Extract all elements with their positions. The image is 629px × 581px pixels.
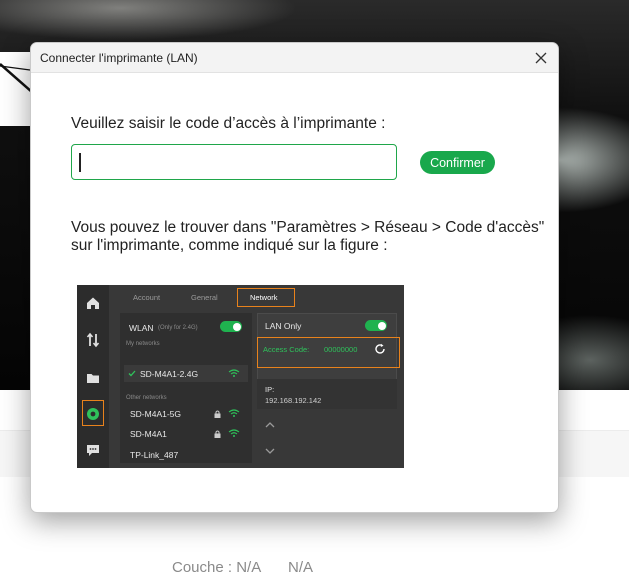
chevron-up-icon	[265, 422, 275, 428]
check-icon	[128, 370, 136, 377]
connect-printer-dialog: Connecter l'imprimante (LAN) Veuillez sa…	[30, 42, 559, 513]
figure-tab-account: Account	[133, 293, 161, 302]
lock-icon	[214, 410, 221, 418]
lock-icon	[214, 430, 221, 438]
dialog-titlebar: Connecter l'imprimante (LAN)	[31, 43, 558, 73]
chat-icon	[87, 445, 99, 456]
access-code-input[interactable]	[71, 144, 397, 180]
figure-wlan-label: WLAN	[129, 323, 154, 333]
figure-network-item: TP-Link_487	[130, 450, 179, 460]
figure-other-networks-label: Other networks	[126, 395, 167, 401]
settings-highlight-box	[82, 400, 104, 426]
figure-network-item: SD-M4A1	[130, 429, 167, 439]
figure-tab-general: General	[191, 293, 218, 302]
figure-network-item: SD-M4A1-5G	[130, 409, 182, 419]
wifi-icon	[228, 429, 240, 437]
figure-wlan-toggle	[220, 321, 242, 332]
close-icon	[535, 52, 547, 64]
figure-lan-only-toggle	[365, 320, 387, 331]
confirm-button[interactable]: Confirmer	[420, 151, 495, 174]
layer-status-text: Couche : N/A	[172, 559, 262, 576]
home-icon	[87, 297, 99, 309]
tune-icon	[86, 332, 100, 348]
network-tab-highlight-box	[237, 288, 295, 307]
figure-my-networks-label: My networks	[126, 341, 160, 347]
background-model-fragment	[0, 52, 32, 126]
access-code-highlight-box	[257, 337, 400, 368]
figure-connected-network: SD-M4A1-2.4G	[140, 369, 199, 379]
access-code-prompt: Veuillez saisir le code d’accès à l’impr…	[71, 115, 386, 132]
figure-lan-only-label: LAN Only	[265, 321, 302, 331]
figure-wlan-panel: WLAN (Only for 2.4G) My networks SD-M4A1…	[120, 313, 252, 463]
close-button[interactable]	[530, 47, 552, 69]
help-text-line-1: Vous pouvez le trouver dans "Paramètres …	[71, 219, 545, 236]
wifi-icon	[228, 369, 240, 377]
help-text-line-2: sur l'imprimante, comme indiqué sur la f…	[71, 237, 388, 254]
text-caret	[79, 153, 81, 172]
layer-status-value: N/A	[288, 559, 314, 576]
figure-ip-value: 192.168.192.142	[265, 396, 322, 405]
figure-ip-label: IP:	[265, 385, 275, 394]
figure-ip-box: IP: 192.168.192.142	[257, 379, 397, 409]
figure-wlan-note: (Only for 2.4G)	[158, 325, 198, 331]
help-text: Vous pouvez le trouver dans "Paramètres …	[71, 219, 544, 255]
figure-side-rail	[77, 285, 109, 468]
wifi-icon	[228, 409, 240, 417]
printer-settings-figure: Account General Network WLAN (Only for 2…	[77, 285, 404, 468]
chevron-down-icon	[265, 448, 275, 454]
dialog-title: Connecter l'imprimante (LAN)	[40, 51, 198, 65]
folder-icon	[87, 374, 99, 383]
